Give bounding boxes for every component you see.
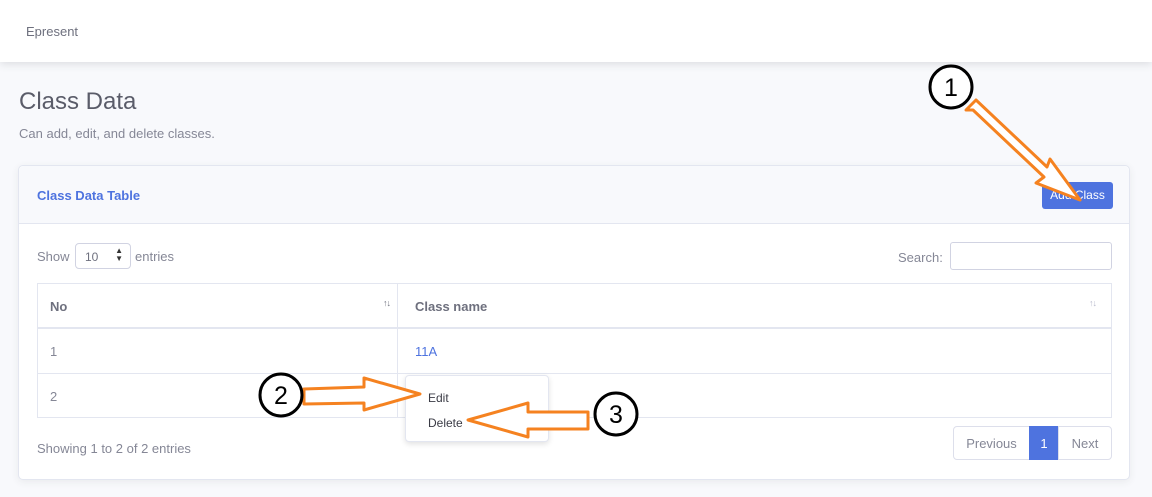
sort-icon[interactable]: ↑↓ [383, 298, 391, 308]
topbar: Epresent [0, 0, 1152, 62]
svg-text:1: 1 [944, 74, 958, 102]
edit-menu-item[interactable]: Edit [428, 391, 449, 405]
table-row: 1 11A [38, 329, 1111, 374]
search-label: Search: [898, 250, 943, 265]
show-label: Show [37, 249, 70, 264]
page-subtitle: Can add, edit, and delete classes. [19, 126, 215, 141]
class-table: No ↑↓ Class name ↑↓ 1 11A 2 [37, 283, 1112, 418]
header-no[interactable]: No [50, 299, 67, 314]
entries-select[interactable]: 10 ▲ ▼ [75, 243, 131, 269]
delete-menu-item[interactable]: Delete [428, 416, 463, 430]
add-class-button[interactable]: Add Class [1042, 182, 1113, 209]
table-info: Showing 1 to 2 of 2 entries [37, 441, 191, 456]
brand-name[interactable]: Epresent [26, 24, 78, 39]
row-context-menu: Edit Delete [405, 375, 549, 442]
table-header-row: No ↑↓ Class name ↑↓ [38, 284, 1111, 329]
search-input[interactable] [950, 242, 1112, 270]
pagination: Previous 1 Next [953, 426, 1112, 460]
column-divider [397, 329, 398, 373]
page-1-button[interactable]: 1 [1029, 426, 1059, 460]
entries-select-value: 10 [85, 250, 99, 264]
entries-label: entries [135, 249, 175, 264]
header-class-name[interactable]: Class name [415, 299, 487, 314]
class-name-link[interactable]: 11A [415, 344, 437, 359]
previous-page-button[interactable]: Previous [953, 426, 1030, 460]
page-title: Class Data [19, 88, 137, 115]
column-divider [397, 374, 398, 418]
row-no: 1 [50, 344, 58, 359]
select-arrows-icon: ▲ ▼ [115, 246, 123, 263]
card-header: Class Data Table Add Class [19, 166, 1129, 224]
annotation-marker-1: 1 [928, 64, 974, 110]
next-page-button[interactable]: Next [1058, 426, 1112, 460]
class-data-card: Class Data Table Add Class Show 10 ▲ ▼ en… [18, 165, 1130, 480]
column-divider [397, 284, 398, 327]
sort-icon[interactable]: ↑↓ [1089, 298, 1097, 308]
card-title: Class Data Table [37, 188, 141, 203]
table-row: 2 [38, 374, 1111, 418]
row-no: 2 [50, 389, 58, 404]
